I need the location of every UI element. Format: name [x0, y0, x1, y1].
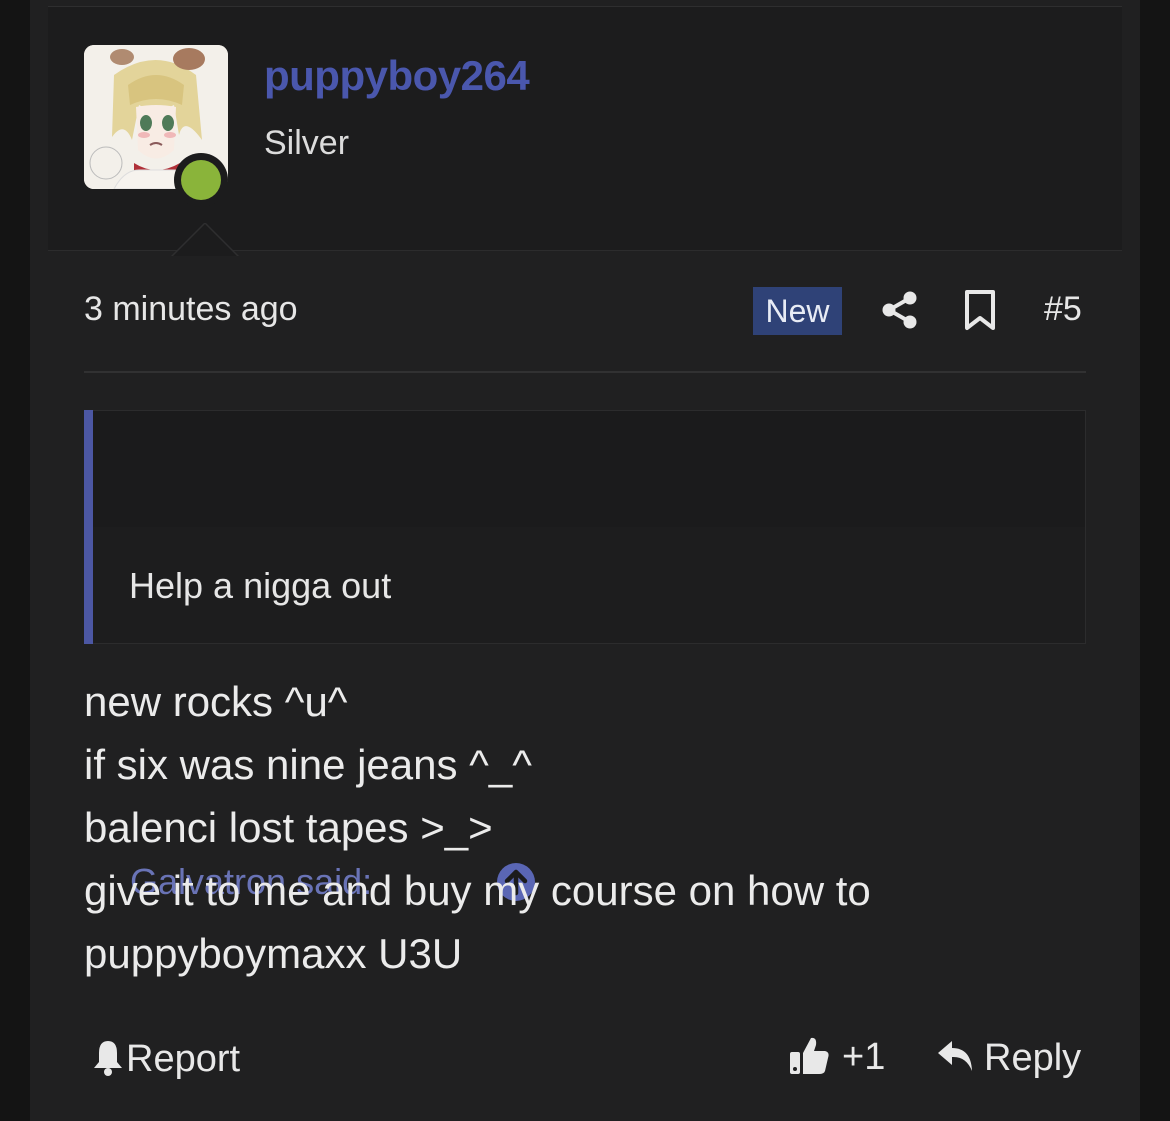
online-status-dot	[181, 160, 221, 200]
username-link[interactable]: puppyboy264	[264, 52, 530, 100]
post-body: new rocks ^u^ if six was nine jeans ^_^ …	[84, 670, 871, 985]
post-body-line: give it to me and buy my course on how t…	[84, 867, 871, 914]
like-count: +1	[842, 1035, 886, 1078]
report-label: Report	[126, 1037, 241, 1080]
post-number-link[interactable]: #5	[1044, 290, 1082, 329]
quote-accent-bar	[84, 410, 93, 644]
reply-button[interactable]: Reply	[936, 1035, 1081, 1081]
report-button[interactable]: Report	[92, 1036, 240, 1082]
post-body-line: puppyboymaxx U3U	[84, 930, 463, 977]
bookmark-icon[interactable]	[962, 289, 998, 331]
quote-text: Help a nigga out	[129, 565, 392, 606]
post-body-line: balenci lost tapes >_>	[84, 804, 493, 851]
reply-label: Reply	[984, 1036, 1082, 1079]
post-body-line: new rocks ^u^	[84, 678, 348, 725]
online-status-indicator	[174, 153, 228, 207]
like-button[interactable]: +1	[788, 1034, 885, 1080]
post-timestamp[interactable]: 3 minutes ago	[84, 290, 298, 329]
share-icon[interactable]	[880, 290, 920, 330]
new-badge: New	[753, 287, 842, 335]
reply-icon	[936, 1038, 974, 1079]
user-title: Silver	[264, 124, 350, 162]
header-divider	[84, 371, 1086, 373]
quote-block: Galvatron said:	[84, 410, 1086, 902]
thumbs-up-icon	[788, 1034, 830, 1081]
bell-icon	[92, 1038, 124, 1081]
post-body-line: if six was nine jeans ^_^	[84, 741, 532, 788]
quote-header	[93, 411, 1085, 527]
